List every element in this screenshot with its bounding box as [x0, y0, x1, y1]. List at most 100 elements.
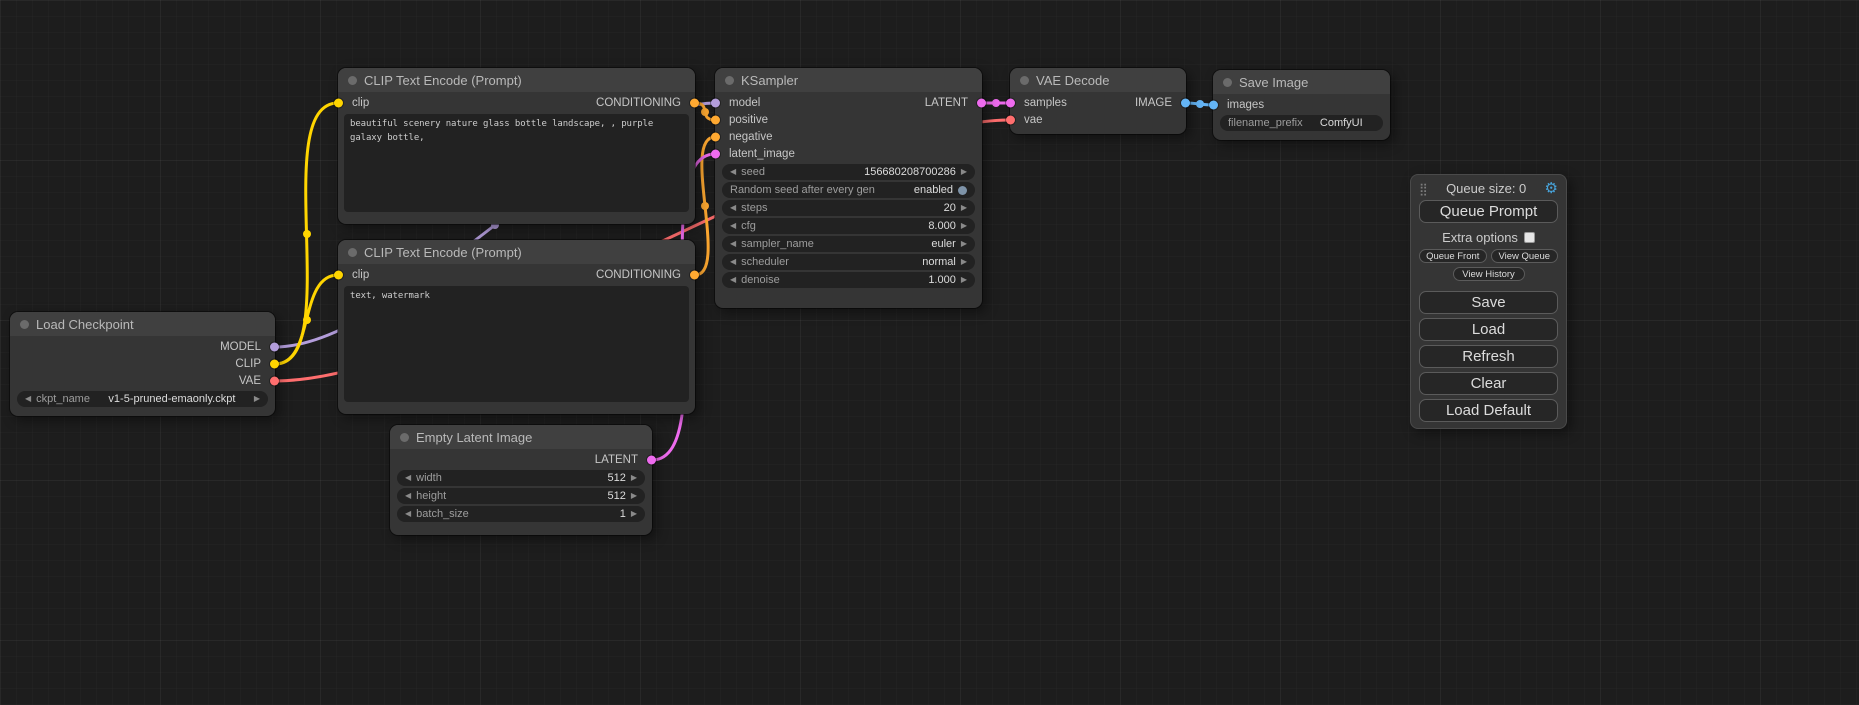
widget-sampler-name[interactable]: ◀ sampler_name euler ▶	[722, 236, 975, 252]
widget-seed[interactable]: ◀ seed 156680208700286 ▶	[722, 164, 975, 180]
arrow-left-icon[interactable]: ◀	[730, 272, 736, 288]
widget-width[interactable]: ◀ width 512 ▶	[397, 470, 645, 486]
collapse-dot-icon[interactable]	[348, 76, 357, 85]
arrow-right-icon[interactable]: ▶	[961, 272, 967, 288]
output-slot-vae[interactable]	[270, 376, 279, 385]
collapse-dot-icon[interactable]	[1223, 78, 1232, 87]
widget-value: 1	[620, 508, 626, 520]
widget-denoise[interactable]: ◀ denoise 1.000 ▶	[722, 272, 975, 288]
arrow-left-icon[interactable]: ◀	[405, 506, 411, 522]
load-default-button[interactable]: Load Default	[1419, 399, 1558, 422]
arrow-left-icon[interactable]: ◀	[730, 236, 736, 252]
arrow-right-icon[interactable]: ▶	[254, 391, 260, 407]
arrow-left-icon[interactable]: ◀	[405, 470, 411, 486]
save-button[interactable]: Save	[1419, 291, 1558, 314]
node-clip-text-encode-positive[interactable]: CLIP Text Encode (Prompt) clip CONDITION…	[338, 68, 695, 224]
arrow-left-icon[interactable]: ◀	[405, 488, 411, 504]
input-slot-negative[interactable]	[711, 132, 720, 141]
settings-gear-icon[interactable]: ⚙	[1545, 181, 1558, 196]
node-title-bar[interactable]: Save Image	[1213, 70, 1390, 94]
arrow-right-icon[interactable]: ▶	[631, 488, 637, 504]
output-slot-clip[interactable]	[270, 359, 279, 368]
arrow-left-icon[interactable]: ◀	[730, 164, 736, 180]
view-history-row: View History	[1419, 267, 1558, 281]
widget-ckpt-name[interactable]: ◀ ckpt_name v1-5-pruned-emaonly.ckpt ▶	[17, 391, 268, 407]
drag-handle-icon[interactable]: ⣿	[1419, 182, 1428, 196]
prompt-textarea[interactable]: beautiful scenery nature glass bottle la…	[344, 114, 689, 212]
collapse-dot-icon[interactable]	[20, 320, 29, 329]
arrow-right-icon[interactable]: ▶	[631, 506, 637, 522]
arrow-right-icon[interactable]: ▶	[961, 254, 967, 270]
node-title-bar[interactable]: Empty Latent Image	[390, 425, 652, 449]
widget-random-seed-toggle[interactable]: Random seed after every gen enabled	[722, 182, 975, 198]
input-slot-latent-image[interactable]	[711, 149, 720, 158]
queue-front-button[interactable]: Queue Front	[1419, 249, 1487, 263]
prompt-textarea[interactable]: text, watermark	[344, 286, 689, 402]
slot-row: VAE	[10, 372, 275, 389]
node-load-checkpoint[interactable]: Load Checkpoint MODEL CLIP VAE ◀ ckpt_na…	[10, 312, 275, 416]
input-slot-label-negative: negative	[729, 131, 772, 143]
widget-name: denoise	[741, 274, 780, 286]
arrow-right-icon[interactable]: ▶	[961, 218, 967, 234]
arrow-left-icon[interactable]: ◀	[730, 218, 736, 234]
output-slot-conditioning[interactable]	[690, 270, 699, 279]
output-slot-image[interactable]	[1181, 98, 1190, 107]
output-slot-conditioning[interactable]	[690, 98, 699, 107]
node-empty-latent-image[interactable]: Empty Latent Image LATENT ◀ width 512 ▶ …	[390, 425, 652, 535]
extra-options-row: Extra options	[1419, 230, 1558, 245]
node-title-bar[interactable]: KSampler	[715, 68, 982, 92]
view-queue-button[interactable]: View Queue	[1491, 249, 1559, 263]
input-slot-label-images: images	[1227, 99, 1264, 111]
arrow-right-icon[interactable]: ▶	[961, 236, 967, 252]
clear-button[interactable]: Clear	[1419, 372, 1558, 395]
output-slot-latent[interactable]	[977, 98, 986, 107]
arrow-left-icon[interactable]: ◀	[25, 391, 31, 407]
node-save-image[interactable]: Save Image images filename_prefix ComfyU…	[1213, 70, 1390, 140]
input-slot-vae[interactable]	[1006, 115, 1015, 124]
collapse-dot-icon[interactable]	[400, 433, 409, 442]
collapse-dot-icon[interactable]	[1020, 76, 1029, 85]
output-slot-label-latent: LATENT	[595, 454, 638, 466]
toggle-dot-icon[interactable]	[958, 186, 967, 195]
input-slot-clip[interactable]	[334, 270, 343, 279]
view-history-button[interactable]: View History	[1453, 267, 1525, 281]
input-slot-images[interactable]	[1209, 100, 1218, 109]
node-title-bar[interactable]: VAE Decode	[1010, 68, 1186, 92]
arrow-right-icon[interactable]: ▶	[961, 200, 967, 216]
arrow-right-icon[interactable]: ▶	[961, 164, 967, 180]
widget-batch-size[interactable]: ◀ batch_size 1 ▶	[397, 506, 645, 522]
widget-cfg[interactable]: ◀ cfg 8.000 ▶	[722, 218, 975, 234]
arrow-right-icon[interactable]: ▶	[631, 470, 637, 486]
node-ksampler[interactable]: KSampler model LATENT positive negative …	[715, 68, 982, 308]
node-title-bar[interactable]: CLIP Text Encode (Prompt)	[338, 240, 695, 264]
input-slot-samples[interactable]	[1006, 98, 1015, 107]
node-title: Empty Latent Image	[416, 430, 532, 445]
refresh-button[interactable]: Refresh	[1419, 345, 1558, 368]
node-title-bar[interactable]: Load Checkpoint	[10, 312, 275, 336]
slot-row: MODEL	[10, 338, 275, 355]
output-slot-label-model: MODEL	[220, 341, 261, 353]
node-vae-decode[interactable]: VAE Decode samples IMAGE vae	[1010, 68, 1186, 134]
widget-scheduler[interactable]: ◀ scheduler normal ▶	[722, 254, 975, 270]
node-title-bar[interactable]: CLIP Text Encode (Prompt)	[338, 68, 695, 92]
widget-steps[interactable]: ◀ steps 20 ▶	[722, 200, 975, 216]
output-slot-latent[interactable]	[647, 455, 656, 464]
arrow-left-icon[interactable]: ◀	[730, 200, 736, 216]
slot-row: positive	[715, 111, 982, 128]
node-graph-canvas[interactable]: Load Checkpoint MODEL CLIP VAE ◀ ckpt_na…	[0, 0, 1859, 705]
queue-prompt-button[interactable]: Queue Prompt	[1419, 200, 1558, 223]
slot-row: CLIP	[10, 355, 275, 372]
collapse-dot-icon[interactable]	[348, 248, 357, 257]
input-slot-model[interactable]	[711, 98, 720, 107]
arrow-left-icon[interactable]: ◀	[730, 254, 736, 270]
node-clip-text-encode-negative[interactable]: CLIP Text Encode (Prompt) clip CONDITION…	[338, 240, 695, 414]
widget-filename-prefix[interactable]: filename_prefix ComfyUI	[1220, 115, 1383, 131]
output-slot-model[interactable]	[270, 342, 279, 351]
input-slot-positive[interactable]	[711, 115, 720, 124]
input-slot-clip[interactable]	[334, 98, 343, 107]
widget-name: Random seed after every gen	[730, 184, 875, 196]
collapse-dot-icon[interactable]	[725, 76, 734, 85]
extra-options-checkbox[interactable]	[1524, 232, 1535, 243]
load-button[interactable]: Load	[1419, 318, 1558, 341]
widget-height[interactable]: ◀ height 512 ▶	[397, 488, 645, 504]
